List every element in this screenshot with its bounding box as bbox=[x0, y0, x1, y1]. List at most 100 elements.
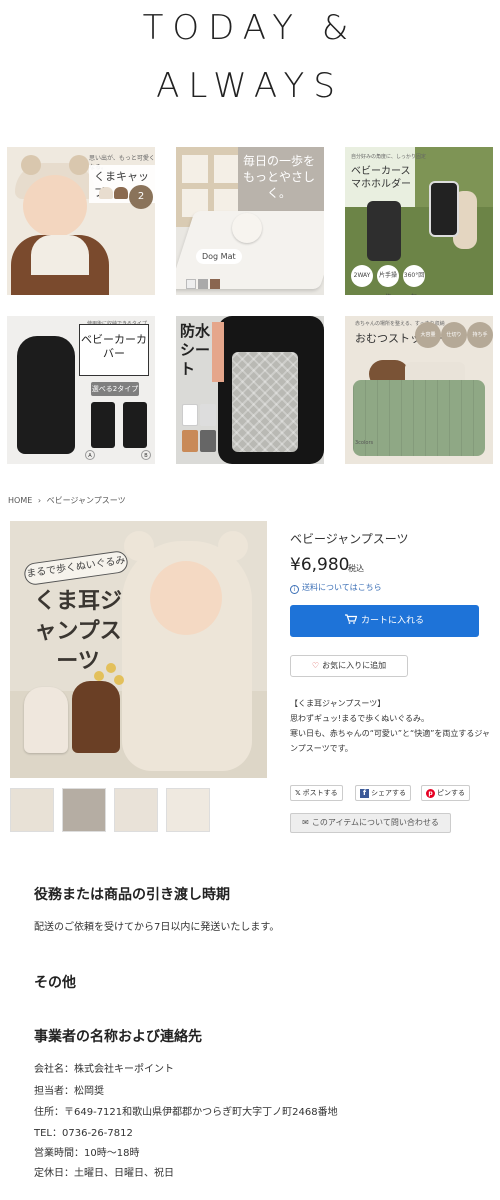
breadcrumb-home[interactable]: HOME bbox=[8, 496, 32, 505]
feature-circle: 大容量 bbox=[415, 322, 441, 348]
share-facebook-button[interactable]: f シェアする bbox=[355, 785, 411, 801]
flower bbox=[94, 671, 104, 681]
company-line: 定休日：土曜日、日曜日、祝日 bbox=[34, 1168, 174, 1179]
flower bbox=[114, 675, 124, 685]
product-main-image[interactable]: まるで歩くぬいぐるみ くま耳ジャンプスーツ bbox=[10, 521, 267, 778]
banner-waterproof-sheet[interactable]: 防水シート bbox=[176, 316, 324, 464]
share-pinterest-button[interactable]: p ピンする bbox=[421, 785, 470, 801]
variant-swatch bbox=[182, 404, 198, 426]
shipping-link[interactable]: i 送料についてはこちら bbox=[290, 582, 382, 594]
child-image bbox=[23, 175, 87, 237]
banner-title: ベビーカースマホホルダー bbox=[351, 166, 411, 190]
image-label: まるで歩くぬいぐるみ bbox=[22, 549, 130, 587]
delivery-heading: 役務または商品の引き渡し時期 bbox=[34, 887, 230, 903]
thumbnail[interactable] bbox=[10, 788, 54, 832]
child-shirt bbox=[31, 235, 89, 275]
site-logo-line1[interactable]: TODAY & bbox=[0, 8, 500, 48]
tax-label: 税込 bbox=[348, 564, 364, 573]
company-line: TEL：0736-26-7812 bbox=[34, 1128, 133, 1139]
thumbnail[interactable] bbox=[114, 788, 158, 832]
cap-swatch bbox=[99, 187, 113, 199]
thumbnail[interactable] bbox=[62, 788, 106, 832]
description-line: 思わずギュッ!まるで歩くぬいぐるみ。 bbox=[290, 714, 430, 723]
x-icon: 𝕏 bbox=[295, 789, 301, 797]
cap-ear bbox=[21, 155, 41, 175]
feature-icon: 2WAY bbox=[351, 265, 373, 287]
type-label: A bbox=[85, 450, 95, 460]
shipping-link-text: 送料についてはこちら bbox=[302, 583, 382, 592]
variant-swatch bbox=[200, 430, 216, 452]
banner-diaper-stocker[interactable]: 赤ちゃんの場所を整える、すっきり収納 おむつストッカー 大容量 仕切り 持ち手 … bbox=[345, 316, 493, 464]
feature-circle: 持ち手 bbox=[467, 322, 493, 348]
banner-subtitle: 自分好みの角度に、しっかり固定 bbox=[351, 154, 426, 160]
baby-face bbox=[150, 561, 222, 635]
product-name: ベビージャンプスーツ bbox=[290, 532, 409, 546]
color-swatch bbox=[210, 279, 220, 289]
type-label: B bbox=[141, 450, 151, 460]
delivery-text: 配送のご依頼を受けてから7日以内に発送いたします。 bbox=[34, 922, 280, 933]
stroller-image bbox=[367, 201, 401, 261]
mail-icon: ✉ bbox=[302, 818, 309, 827]
info-icon: i bbox=[290, 585, 299, 594]
other-heading: その他 bbox=[34, 975, 76, 991]
banner-pill: 選べる2タイプ bbox=[91, 382, 139, 396]
banner-band bbox=[212, 322, 224, 382]
product-price: ¥6,980 bbox=[290, 555, 350, 575]
share-x-button[interactable]: 𝕏 ポストする bbox=[290, 785, 343, 801]
inquiry-button[interactable]: ✉ このアイテムについて問い合わせる bbox=[290, 813, 451, 833]
cover-a-image bbox=[91, 402, 115, 448]
banner-phone-holder[interactable]: 自分好みの角度に、しっかり固定 ベビーカースマホホルダー 2WAY 片手操作 3… bbox=[345, 147, 493, 295]
bag-image bbox=[17, 336, 75, 454]
company-line: 営業時間：10時〜18時 bbox=[34, 1148, 140, 1159]
shelf-box bbox=[214, 155, 240, 183]
badge: 2 bbox=[129, 185, 153, 209]
thumbnail[interactable] bbox=[166, 788, 210, 832]
site-logo-line2[interactable]: ALWAYS bbox=[0, 66, 500, 106]
phone-image bbox=[429, 181, 459, 237]
suit-beige bbox=[24, 687, 68, 753]
colors-label: 3colors bbox=[355, 440, 374, 446]
banner-stroller-cover[interactable]: 使用後に収納できるタイプ ベビーカーカバー 選べる2タイプ A B bbox=[7, 316, 155, 464]
banner-title: 毎日の一歩をもっとやさしく。 bbox=[242, 154, 315, 200]
product-description: 【くま耳ジャンプスーツ】 思わずギュッ!まるで歩くぬいぐるみ。 寒い日も、赤ちゃ… bbox=[290, 696, 490, 756]
cap-ear bbox=[69, 155, 89, 175]
dog-image bbox=[232, 213, 262, 243]
chevron-right-icon: › bbox=[37, 496, 42, 505]
flower bbox=[106, 663, 116, 673]
cover-b-image bbox=[123, 402, 147, 448]
facebook-icon: f bbox=[360, 789, 369, 798]
inquiry-label: このアイテムについて問い合わせる bbox=[311, 818, 439, 827]
shelf-box bbox=[182, 155, 208, 183]
hood-ear bbox=[218, 531, 248, 561]
share-x-label: ポストする bbox=[302, 789, 338, 797]
company-heading: 事業者の名称および連絡先 bbox=[34, 1029, 202, 1045]
breadcrumb: HOME › ベビージャンプスーツ bbox=[8, 495, 129, 506]
color-swatch bbox=[186, 279, 196, 289]
favorite-label: お気に入りに追加 bbox=[322, 661, 387, 670]
add-to-cart-button[interactable]: カートに入れる bbox=[290, 605, 479, 637]
add-to-cart-label: カートに入れる bbox=[360, 616, 424, 626]
favorite-button[interactable]: ♡ お気に入りに追加 bbox=[290, 655, 408, 677]
color-swatch bbox=[198, 279, 208, 289]
banner-kuma-cap[interactable]: 思い出が、もっと可愛くなる。 くまキャップ 2 bbox=[7, 147, 155, 295]
hood-ear bbox=[124, 531, 154, 561]
variant-swatch bbox=[182, 430, 198, 452]
feature-circle: 仕切り bbox=[441, 322, 467, 348]
suit-brown bbox=[72, 681, 120, 753]
company-line: 住所：〒649-7121和歌山県伊都郡かつらぎ町大字丁ノ町2468番地 bbox=[34, 1107, 338, 1118]
share-pinterest-label: ピンする bbox=[437, 789, 465, 797]
sheet-image bbox=[232, 352, 298, 452]
cart-icon bbox=[344, 614, 357, 624]
company-line: 担当者：松岡奨 bbox=[34, 1086, 104, 1097]
pinterest-icon: p bbox=[426, 789, 435, 798]
banner-tag: Dog Mat bbox=[196, 249, 242, 264]
description-line: 寒い日も、赤ちゃんの“可愛い”と“快適”を両立するジャンプスーツです。 bbox=[290, 729, 490, 753]
feature-icon: 360°回転 bbox=[403, 265, 425, 295]
feature-icon: 片手操作 bbox=[377, 265, 399, 295]
banner-title: ベビーカーカバー bbox=[79, 324, 149, 376]
company-line: 会社名：株式会社キーポイント bbox=[34, 1064, 174, 1075]
banner-title: 防水シート bbox=[180, 322, 211, 378]
cap-swatch bbox=[114, 187, 128, 199]
banner-dog-mat[interactable]: 毎日の一歩をもっとやさしく。 Dog Mat bbox=[176, 147, 324, 295]
breadcrumb-current: ベビージャンプスーツ bbox=[46, 496, 126, 505]
